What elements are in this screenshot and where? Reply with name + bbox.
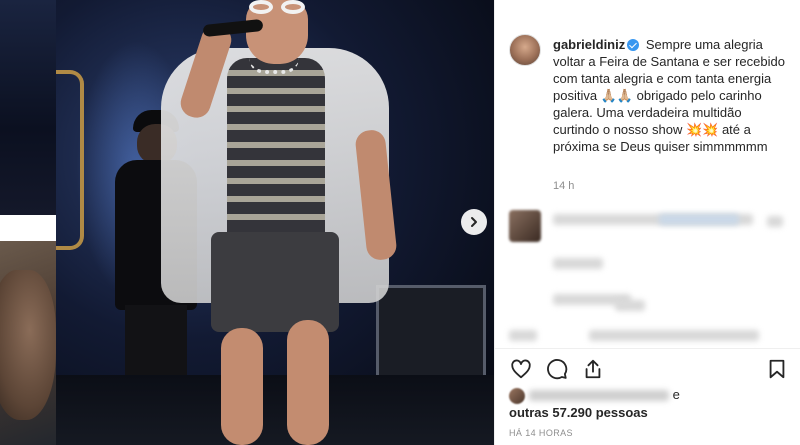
separator: [0, 215, 56, 241]
comment-avatar[interactable]: [509, 210, 541, 242]
likes-count-link[interactable]: outras 57.290 pessoas: [509, 405, 648, 420]
action-bar: [495, 348, 800, 384]
chevron-right-icon: [471, 217, 477, 227]
liker-avatar: [509, 387, 525, 404]
comment-button[interactable]: [545, 357, 569, 381]
blurred-comment-text: [659, 214, 739, 225]
save-button[interactable]: [765, 357, 789, 381]
comment-bubble-icon: [547, 359, 568, 380]
post-photo[interactable]: [56, 0, 494, 445]
blurred-comment-meta: [615, 300, 645, 311]
singer-figure: [151, 0, 401, 445]
blurred-comment-avatar: [509, 330, 537, 341]
share-icon: [585, 359, 601, 379]
adjacent-face-image: [0, 270, 56, 420]
adjacent-photo-top: [0, 0, 56, 215]
post-caption: gabrieldiniz Sempre uma alegria voltar a…: [553, 36, 789, 155]
like-button[interactable]: [509, 357, 533, 381]
blurred-liker-name[interactable]: [529, 390, 669, 402]
post-details-panel: gabrieldiniz Sempre uma alegria voltar a…: [494, 0, 800, 445]
blurred-comment-meta: [553, 258, 603, 269]
adjacent-content-strip: [0, 0, 56, 445]
heart-icon: [511, 359, 531, 379]
carousel-next-button[interactable]: [461, 209, 487, 235]
trombone-image: [56, 70, 84, 250]
caption-time[interactable]: 14 h: [553, 180, 574, 192]
username-link[interactable]: gabrieldiniz: [553, 37, 625, 52]
blurred-like-icon: [767, 216, 783, 227]
bookmark-icon: [769, 359, 785, 379]
likes-conjunction: e: [672, 387, 680, 402]
avatar[interactable]: [509, 34, 541, 66]
blurred-comment-text: [589, 330, 759, 341]
caption-text: Sempre uma alegria voltar a Feira de San…: [553, 37, 785, 154]
verified-badge-icon: [627, 39, 640, 51]
post-timestamp[interactable]: HÁ 14 HORAS: [509, 428, 573, 438]
share-button[interactable]: [581, 357, 605, 381]
likes-summary: e outras 57.290 pessoas: [509, 386, 789, 422]
